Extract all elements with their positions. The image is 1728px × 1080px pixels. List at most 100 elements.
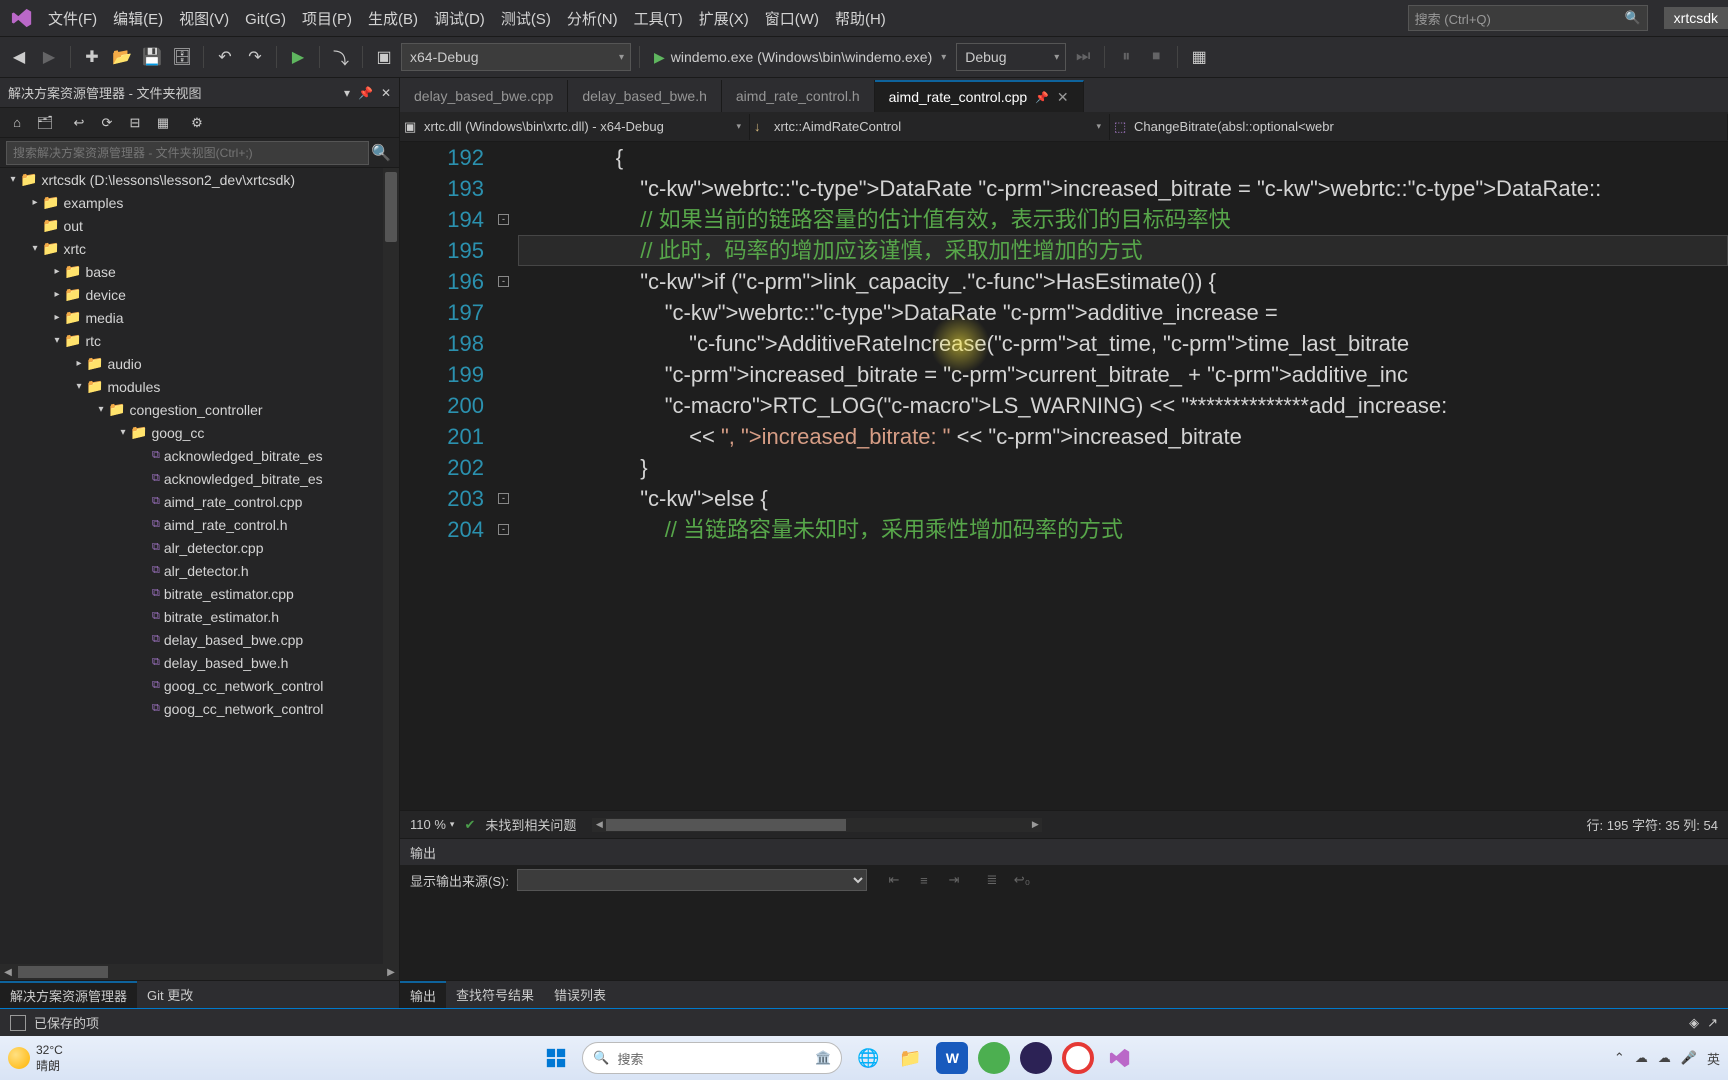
explorer-icon[interactable]: 📁 — [894, 1042, 926, 1074]
code-line[interactable]: // 此时，码率的增加应该谨慎，采取加性增加的方式 — [518, 235, 1728, 266]
menu-调试(D)[interactable]: 调试(D) — [426, 7, 493, 32]
pin-icon[interactable]: 📌 — [1035, 91, 1049, 104]
tree-twisty-icon[interactable]: ▸ — [50, 266, 64, 277]
file-tree[interactable]: ▾📁xrtcsdk (D:\lessons\lesson2_dev\xrtcsd… — [0, 168, 399, 964]
tree-folder[interactable]: 📁out — [0, 214, 399, 237]
tree-folder[interactable]: ▾📁rtc — [0, 329, 399, 352]
tree-file[interactable]: ⧉aimd_rate_control.cpp — [0, 490, 399, 513]
nav-member-dropdown[interactable]: ⬚ChangeBitrate(absl::optional<webr — [1110, 114, 1728, 140]
chrome-icon[interactable]: 🌐 — [852, 1042, 884, 1074]
start-menu-button[interactable] — [540, 1042, 572, 1074]
tree-twisty-icon[interactable]: ▾ — [28, 243, 42, 254]
ime-indicator[interactable]: 英 — [1707, 1049, 1720, 1068]
switch-view-icon[interactable]: 🗂 — [34, 112, 56, 134]
app-green-icon[interactable] — [978, 1042, 1010, 1074]
tree-file[interactable]: ⧉goog_cc_network_control — [0, 674, 399, 697]
sidebar-search-input[interactable] — [6, 141, 369, 165]
search-icon[interactable]: 🔍 — [369, 143, 393, 163]
tree-twisty-icon[interactable]: ▸ — [50, 289, 64, 300]
menu-生成(B)[interactable]: 生成(B) — [360, 7, 426, 32]
nav-scope-dropdown[interactable]: ↓xrtc::AimdRateControl▾ — [750, 114, 1110, 140]
onedrive-icon[interactable]: ☁ — [1635, 1050, 1648, 1066]
save-all-button[interactable]: 🗄 — [169, 44, 195, 70]
dropdown-icon[interactable]: ▾ — [344, 86, 350, 100]
tree-file[interactable]: ⧉alr_detector.h — [0, 559, 399, 582]
tree-twisty-icon[interactable]: ▸ — [50, 312, 64, 323]
fold-icon[interactable]: - — [498, 214, 509, 225]
redo-button[interactable]: ↷ — [242, 44, 268, 70]
tree-twisty-icon[interactable]: ▸ — [72, 358, 86, 369]
collapse-icon[interactable]: ⊟ — [124, 112, 146, 134]
tree-scrollbar[interactable] — [383, 168, 399, 964]
menu-分析(N)[interactable]: 分析(N) — [559, 7, 626, 32]
debug-mode-dropdown[interactable]: Debug — [956, 43, 1066, 71]
tree-folder[interactable]: ▸📁examples — [0, 191, 399, 214]
zoom-dropdown[interactable]: 110 % ▾ — [410, 817, 454, 832]
code-line[interactable]: } — [518, 452, 1728, 483]
output-tab[interactable]: 输出 — [400, 981, 446, 1008]
step-button[interactable]: ⤵ — [328, 44, 354, 70]
menu-工具(T)[interactable]: 工具(T) — [626, 7, 691, 32]
tree-file[interactable]: ⧉bitrate_estimator.h — [0, 605, 399, 628]
tree-file[interactable]: ⧉acknowledged_bitrate_es — [0, 467, 399, 490]
output-source-dropdown[interactable] — [517, 869, 867, 891]
tree-twisty-icon[interactable]: ▾ — [94, 404, 108, 415]
tree-folder[interactable]: ▾📁congestion_controller — [0, 398, 399, 421]
weather-widget[interactable]: 32°C晴朗 — [8, 1043, 63, 1074]
back-icon[interactable]: ↩ — [68, 112, 90, 134]
menu-帮助(H)[interactable]: 帮助(H) — [827, 7, 894, 32]
source-control-icon[interactable]: ◈ — [1689, 1015, 1699, 1031]
code-line[interactable]: // 如果当前的链路容量的估计值有效，表示我们的目标码率快 — [518, 204, 1728, 235]
indent-left-icon[interactable]: ⇤ — [883, 869, 905, 891]
tree-folder[interactable]: ▾📁xrtcsdk (D:\lessons\lesson2_dev\xrtcsd… — [0, 168, 399, 191]
word-icon[interactable]: W — [936, 1042, 968, 1074]
code-editor[interactable]: 192193194195196197198199200201202203204 … — [400, 142, 1728, 810]
tree-folder[interactable]: ▾📁goog_cc — [0, 421, 399, 444]
document-tab[interactable]: aimd_rate_control.cpp📌✕ — [875, 80, 1084, 112]
tree-twisty-icon[interactable]: ▾ — [50, 335, 64, 346]
sidebar-tab[interactable]: 解决方案资源管理器 — [0, 981, 137, 1008]
tree-file[interactable]: ⧉bitrate_estimator.cpp — [0, 582, 399, 605]
document-tab[interactable]: delay_based_bwe.cpp — [400, 80, 568, 112]
mic-icon[interactable]: 🎤 — [1681, 1050, 1697, 1066]
tree-twisty-icon[interactable]: ▸ — [28, 197, 42, 208]
menu-项目(P)[interactable]: 项目(P) — [294, 7, 360, 32]
tree-twisty-icon[interactable]: ▾ — [116, 427, 130, 438]
refresh-icon[interactable]: ⟳ — [96, 112, 118, 134]
tree-file[interactable]: ⧉aimd_rate_control.h — [0, 513, 399, 536]
sidebar-tab[interactable]: Git 更改 — [137, 981, 203, 1008]
tree-file[interactable]: ⧉acknowledged_bitrate_es — [0, 444, 399, 467]
code-line[interactable]: "c-func">AdditiveRateIncrease("c-prm">at… — [518, 328, 1728, 359]
record-icon[interactable] — [1062, 1042, 1094, 1074]
fold-icon[interactable]: - — [498, 276, 509, 287]
menu-扩展(X)[interactable]: 扩展(X) — [691, 7, 757, 32]
tree-twisty-icon[interactable]: ▾ — [6, 174, 20, 185]
notifications-icon[interactable]: ↗ — [1707, 1015, 1718, 1031]
cloud-icon[interactable]: ☁ — [1658, 1050, 1671, 1066]
menu-search-box[interactable]: 搜索 (Ctrl+Q) 🔍 — [1408, 5, 1648, 31]
system-tray[interactable]: ⌃ ☁ ☁ 🎤 英 — [1614, 1049, 1720, 1068]
nav-back-button[interactable]: ◀ — [6, 44, 32, 70]
tree-hscrollbar[interactable]: ◀▶ — [0, 964, 399, 980]
tree-folder[interactable]: ▾📁modules — [0, 375, 399, 398]
code-line[interactable]: "c-kw">else { — [518, 483, 1728, 514]
menu-Git(G)[interactable]: Git(G) — [237, 7, 294, 32]
code-line[interactable]: // 当链路容量未知时，采用乘性增加码率的方式 — [518, 514, 1728, 545]
chevron-up-icon[interactable]: ⌃ — [1614, 1050, 1625, 1066]
tree-file[interactable]: ⧉delay_based_bwe.h — [0, 651, 399, 674]
fold-icon[interactable]: - — [498, 524, 509, 535]
tree-folder[interactable]: ▸📁media — [0, 306, 399, 329]
indent-right-icon[interactable]: ⇥ — [943, 869, 965, 891]
code-line[interactable]: << ", ">increased_bitrate: " << "c-prm">… — [518, 421, 1728, 452]
layout-button[interactable]: ▦ — [1186, 44, 1212, 70]
nav-project-dropdown[interactable]: ▣xrtc.dll (Windows\bin\xrtc.dll) - x64-D… — [400, 114, 750, 140]
code-line[interactable]: "c-kw">webrtc::"c-type">DataRate "c-prm"… — [518, 297, 1728, 328]
indent-icon[interactable]: ≡ — [913, 869, 935, 891]
output-tab[interactable]: 错误列表 — [544, 981, 616, 1008]
code-line[interactable]: "c-kw">if ("c-prm">link_capacity_."c-fun… — [518, 266, 1728, 297]
tree-folder[interactable]: ▸📁base — [0, 260, 399, 283]
run-target-dropdown[interactable]: ▶ windemo.exe (Windows\bin\windemo.exe) — [648, 43, 952, 71]
clear-icon[interactable]: ≣ — [981, 869, 1003, 891]
config-dropdown[interactable]: x64-Debug — [401, 43, 631, 71]
new-button[interactable]: ✚ — [79, 44, 105, 70]
